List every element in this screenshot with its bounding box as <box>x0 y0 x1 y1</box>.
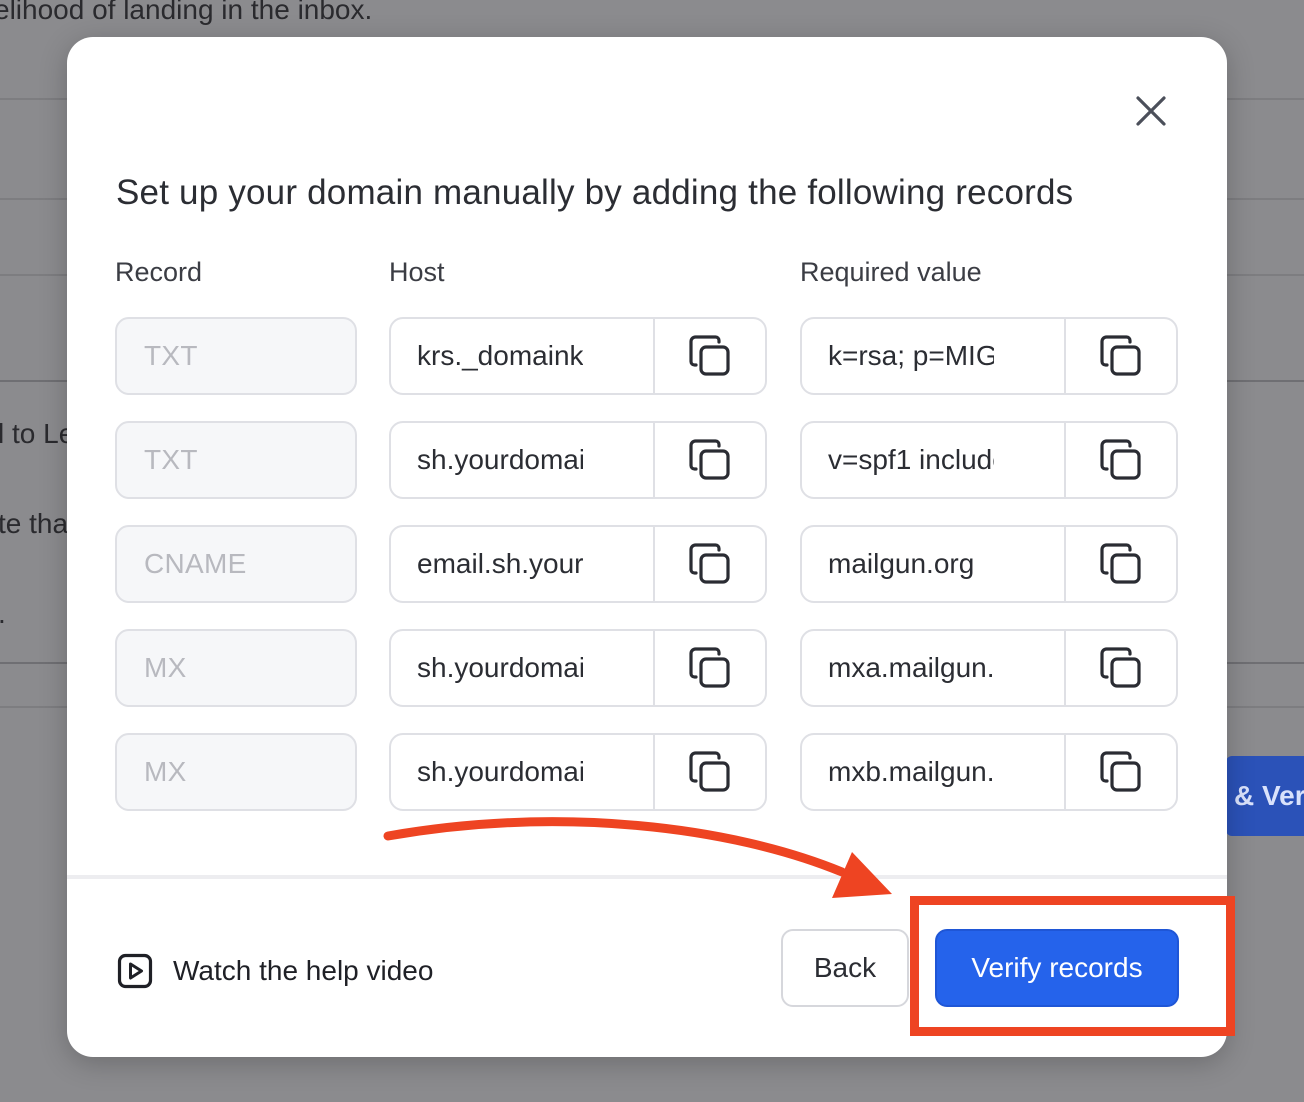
annotation-highlight-box <box>910 896 1235 1036</box>
